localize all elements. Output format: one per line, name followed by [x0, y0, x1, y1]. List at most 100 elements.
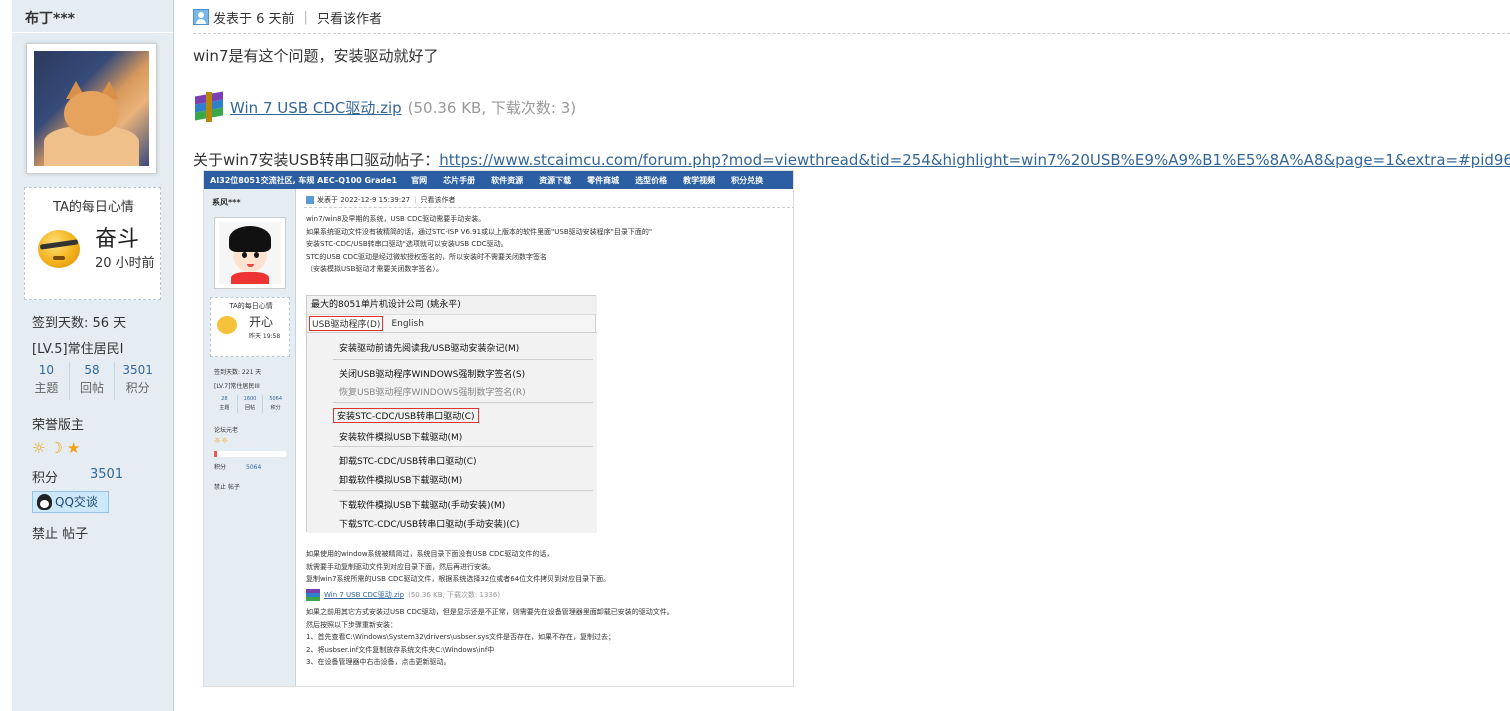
archive-strap [206, 92, 212, 122]
embed-online-icon [306, 196, 314, 204]
user-counts: 10 主题 58 回帖 3501 积分 [24, 362, 160, 400]
menu-item: 卸载STC-CDC/USB转串口驱动(C) [339, 457, 477, 467]
embed-count: 5064 积分 [263, 395, 288, 413]
points-label: 积分 [32, 471, 59, 486]
embed-user-sidebar: 系风*** TA的每日心情 开心 昨天 19:58 签到天数: 221 天 [L… [204, 189, 296, 686]
embedded-screenshot[interactable]: AI32位8051交流社区, 车规 AEC-Q100 Grade1 官网 芯片手… [203, 170, 794, 687]
divider [304, 207, 793, 208]
embed-counts: 28 主题 1600 回帖 5064 积分 [212, 395, 288, 413]
embed-nav-item: 资源下载 [539, 175, 572, 185]
embed-nav-bar: AI32位8051交流社区, 车规 AEC-Q100 Grade1 官网 芯片手… [204, 171, 793, 189]
embed-username: 系风*** [212, 198, 241, 207]
related-thread-link[interactable]: https://www.stcaimcu.com/forum.php?mod=v… [439, 151, 1510, 169]
menu-item-highlighted: 安装STC-CDC/USB转串口驱动(C) [333, 408, 479, 423]
embed-nav-item: 软件资源 [491, 175, 524, 185]
post-text: win7是有这个问题，安装驱动就好了 [193, 47, 439, 65]
qq-chat-label: QQ交谈 [55, 495, 98, 509]
embed-mood-time: 昨天 19:58 [249, 333, 281, 340]
moon-icon: ☽ [49, 439, 63, 457]
count-topics[interactable]: 10 主题 [24, 362, 70, 400]
embed-attachment-link: Win 7 USB CDC驱动.zip [324, 591, 405, 599]
menu-item: 安装软件模拟USB下载驱动(M) [339, 433, 463, 443]
honor-title[interactable]: 荣誉版主 [32, 414, 84, 433]
embed-nav-item: 官网 [411, 175, 428, 185]
star-icon: ★ [66, 439, 81, 457]
checkin-days: 签到天数: 56 天 [32, 316, 127, 331]
daily-mood-box: TA的每日心情 奋斗 20 小时前 [24, 187, 161, 300]
embed-level: [LV.7]常住居民III [214, 383, 260, 390]
embed-count-label: 回帖 [245, 405, 256, 411]
mouth [53, 256, 65, 260]
points-row: 积分 3501 [32, 467, 123, 486]
menu-separator [333, 446, 593, 447]
avatar-eye [242, 252, 247, 258]
menu-bar: USB驱动程序(D) English [307, 315, 597, 332]
embed-sun-icons: ☼☼ [214, 436, 229, 445]
menu-separator [333, 490, 593, 491]
embed-nav-item: 教学视频 [683, 175, 716, 185]
author-only-link[interactable]: 只看该作者 [317, 8, 382, 27]
embed-ban: 禁止 帖子 [214, 484, 240, 491]
embed-post-main: 发表于 2022-12-9 15:39:27 | 只看该作者 win7/win8… [304, 189, 793, 686]
count-num[interactable]: 58 [70, 362, 115, 378]
qq-chat-button[interactable]: QQ交谈 [32, 491, 109, 513]
avatar-hair [229, 226, 271, 252]
mood-title: TA的每日心情 [53, 200, 134, 215]
cartoon-avatar [219, 222, 281, 284]
attachment-link[interactable]: Win 7 USB CDC驱动.zip [230, 97, 402, 118]
embed-mood-word: 开心 [249, 315, 274, 329]
embed-nav-item: 选型价格 [635, 175, 668, 185]
embed-line: 复制win7系统所需的USB CDC驱动文件，根据系统选择32位或者64位文件拷… [306, 575, 611, 584]
embed-line: STC的USB CDC驱动是经过微软授权签名的，所以安装时不需要关闭数字签名 [306, 252, 547, 261]
post-meta: 发表于 6 天前 | 只看该作者 [193, 7, 382, 27]
separator: | [414, 196, 417, 204]
link-prefix: 关于win7安装USB转串口驱动帖子： [193, 151, 440, 169]
menu-english: English [391, 318, 424, 329]
archive-icon [193, 91, 225, 122]
menu-item: 卸载软件模拟USB下载驱动(M) [339, 476, 463, 486]
sidebar-gutter [0, 0, 12, 711]
user-sidebar: 布丁*** TA的每日心情 奋斗 20 小时前 签到天数: 56 天 [LV.5… [0, 0, 174, 711]
embed-attachment: Win 7 USB CDC驱动.zip (50.36 KB, 下载次数: 133… [306, 589, 500, 601]
embed-post-time: 发表于 2022-12-9 15:39:27 [317, 196, 411, 204]
embed-progress-bar [214, 451, 286, 457]
attachment-info: (50.36 KB, 下载次数: 3) [407, 98, 577, 117]
embed-count-num: 1600 [243, 396, 257, 402]
username[interactable]: 布丁*** [25, 8, 75, 28]
ban-posts-link[interactable]: 禁止 帖子 [32, 523, 88, 542]
embed-count-num: 28 [221, 396, 228, 402]
count-num[interactable]: 10 [24, 362, 69, 378]
embed-attachment-info: (50.36 KB, 下载次数: 1336) [408, 591, 501, 599]
embed-line: （安装模拟USB驱动才需要关闭数字签名）。 [306, 265, 443, 274]
embed-nav-item: 芯片手册 [443, 175, 476, 185]
attachment: Win 7 USB CDC驱动.zip (50.36 KB, 下载次数: 3) [193, 91, 577, 122]
embed-count: 1600 回帖 [238, 395, 264, 413]
embed-avatar [214, 217, 286, 289]
count-points[interactable]: 3501 积分 [115, 362, 160, 400]
count-num[interactable]: 3501 [115, 362, 160, 378]
qq-penguin-icon [37, 494, 52, 510]
count-replies[interactable]: 58 回帖 [70, 362, 116, 400]
separator: | [303, 9, 308, 25]
embed-points-label: 积分 [214, 464, 227, 471]
avatar[interactable] [26, 43, 157, 174]
embed-honor: 论坛元老 [214, 427, 239, 434]
divider [193, 33, 1510, 34]
embed-site-name: AI32位8051交流社区, 车规 AEC-Q100 Grade1 [204, 174, 404, 186]
embed-line: 然后按照以下步骤重新安装： [306, 620, 397, 629]
embed-line: win7/win8及早期的系统，USB CDC驱动需要手动安装。 [306, 215, 486, 223]
medal-icons: ☼ ☽ ★ [32, 439, 80, 457]
forum-post-page: 布丁*** TA的每日心情 奋斗 20 小时前 签到天数: 56 天 [LV.5… [0, 0, 1510, 711]
avatar-eye [254, 252, 259, 258]
menu-item: 下载STC-CDC/USB转串口驱动(手动安装)(C) [339, 520, 520, 530]
count-label: 积分 [125, 381, 150, 395]
sweat-face-icon [38, 230, 80, 268]
mood-time: 20 小时前 [95, 256, 155, 271]
embed-text-bottom: 如果之前用其它方式安装过USB CDC驱动，但是显示还是不正常，则需要先在设备管… [306, 606, 674, 669]
post-time: 发表于 6 天前 [213, 11, 295, 27]
cat-face [64, 91, 119, 136]
menu-item: 下载软件模拟USB下载驱动(手动安装)(M) [339, 501, 506, 511]
menu-item: 关闭USB驱动程序WINDOWS强制数字签名(S) [339, 370, 526, 380]
embed-line: 如果之前用其它方式安装过USB CDC驱动，但是显示还是不正常，则需要先在设备管… [306, 608, 674, 616]
user-level[interactable]: [LV.5]常住居民I [32, 338, 123, 357]
